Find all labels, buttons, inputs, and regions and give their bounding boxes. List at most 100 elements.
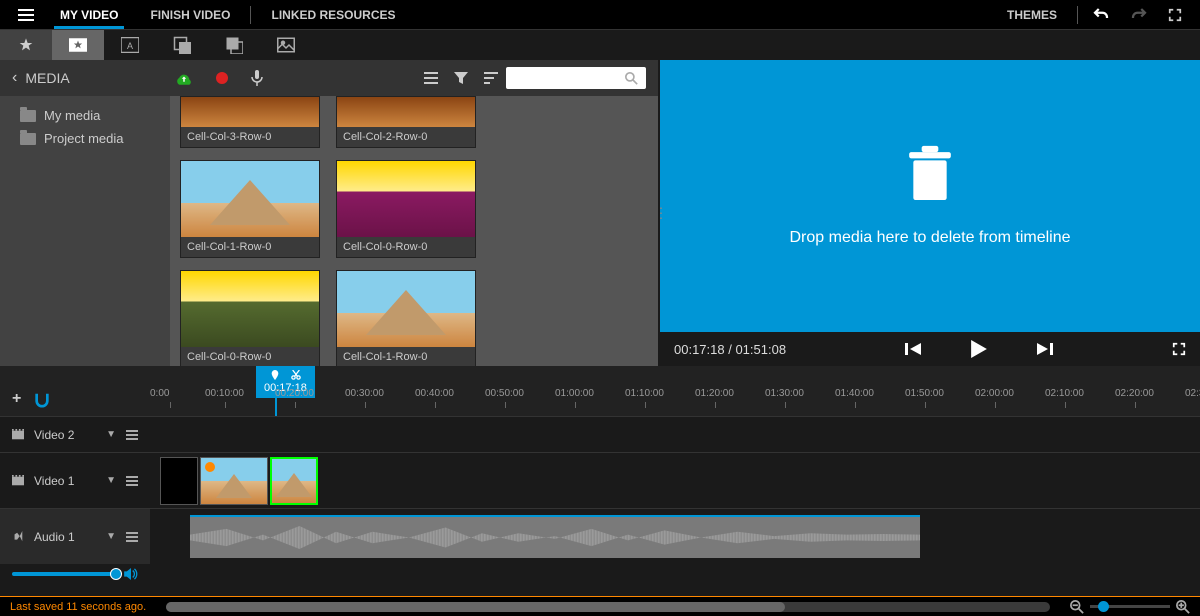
hamburger-menu[interactable] [8, 9, 44, 21]
media-item[interactable]: Cell-Col-2-Row-0 [336, 96, 476, 148]
media-label: Cell-Col-0-Row-0 [337, 237, 475, 257]
upload-icon[interactable] [175, 71, 193, 85]
ruler-tick: 02:30 [1185, 388, 1200, 399]
ruler-tick: 01:40:00 [835, 388, 874, 399]
redo-icon[interactable] [1120, 6, 1158, 24]
folder-project-media[interactable]: Project media [0, 127, 170, 150]
media-item[interactable]: Cell-Col-3-Row-0 [180, 96, 320, 148]
ruler-tick: 02:20:00 [1115, 388, 1154, 399]
ruler-tick: 02:10:00 [1045, 388, 1084, 399]
magnet-icon[interactable] [33, 392, 51, 408]
status-text: Last saved 11 seconds ago. [10, 601, 146, 613]
tab-layer2[interactable] [208, 30, 260, 60]
play-button[interactable] [971, 340, 987, 358]
tab-layer1[interactable] [156, 30, 208, 60]
ruler-tick: 01:50:00 [905, 388, 944, 399]
record-icon[interactable] [215, 71, 229, 85]
media-item[interactable]: Cell-Col-1-Row-0 [336, 270, 476, 366]
folder-label: Project media [44, 131, 123, 146]
folder-my-media[interactable]: My media [0, 104, 170, 127]
marker-icon [270, 370, 280, 380]
list-view-icon[interactable] [424, 72, 438, 84]
svg-text:A: A [127, 41, 133, 51]
ruler-tick: 00:50:00 [485, 388, 524, 399]
zoom-out-icon[interactable] [1070, 600, 1084, 614]
video1-track[interactable] [150, 453, 1200, 508]
add-track-icon[interactable]: + [12, 390, 21, 408]
tab-my-video[interactable]: MY VIDEO [44, 0, 134, 29]
media-label: Cell-Col-1-Row-0 [181, 237, 319, 257]
video-track-icon [12, 429, 24, 441]
media-item[interactable]: Cell-Col-1-Row-0 [180, 160, 320, 258]
ruler-tick: 00:10:00 [205, 388, 244, 399]
track-label: Audio 1 [34, 530, 96, 544]
media-label: Cell-Col-3-Row-0 [181, 127, 319, 147]
track-dropdown-icon[interactable]: ▼ [106, 475, 116, 486]
track-menu-icon[interactable] [126, 430, 138, 440]
divider [1077, 6, 1078, 24]
video-track-icon [12, 475, 24, 487]
ruler-tick: 00:20:00 [275, 388, 314, 399]
track-menu-icon[interactable] [126, 532, 138, 542]
ruler-tick: 01:10:00 [625, 388, 664, 399]
media-label: Cell-Col-0-Row-0 [181, 347, 319, 366]
folder-label: My media [44, 108, 100, 123]
timeline-scrollbar[interactable] [166, 602, 1050, 612]
panel-drag-handle[interactable]: ⋮ [654, 205, 668, 222]
filter-icon[interactable] [454, 72, 468, 84]
media-label: Cell-Col-1-Row-0 [337, 347, 475, 366]
zoom-slider[interactable] [1090, 605, 1170, 608]
ruler-tick: 01:20:00 [695, 388, 734, 399]
clip[interactable] [160, 457, 198, 505]
next-button[interactable] [1037, 341, 1053, 357]
folder-icon [20, 110, 36, 122]
zoom-in-icon[interactable] [1176, 600, 1190, 614]
divider [250, 6, 251, 24]
video2-track[interactable] [150, 417, 1200, 452]
search-icon [625, 72, 638, 85]
prev-button[interactable] [905, 341, 921, 357]
tab-favorites[interactable] [0, 30, 52, 60]
preview-fullscreen-icon[interactable] [1172, 342, 1186, 356]
track-dropdown-icon[interactable]: ▼ [106, 531, 116, 542]
themes-button[interactable]: THEMES [991, 0, 1073, 29]
tab-text[interactable]: A [104, 30, 156, 60]
media-item[interactable]: Cell-Col-0-Row-0 [336, 160, 476, 258]
audio-clip[interactable] [190, 515, 920, 558]
ruler-tick: 01:00:00 [555, 388, 594, 399]
tab-finish-video[interactable]: FINISH VIDEO [134, 0, 246, 29]
tab-linked-resources[interactable]: LINKED RESOURCES [255, 0, 411, 29]
tab-starred[interactable] [52, 30, 104, 60]
track-label: Video 2 [34, 428, 96, 442]
playhead-line[interactable] [275, 398, 277, 416]
fullscreen-icon[interactable] [1158, 8, 1192, 22]
track-menu-icon[interactable] [126, 476, 138, 486]
clip[interactable] [200, 457, 268, 505]
media-panel-title: ‹ MEDIA [12, 69, 70, 87]
clip-selected[interactable] [270, 457, 318, 505]
cut-icon [291, 370, 301, 380]
audio-track-icon [12, 531, 24, 543]
mic-icon[interactable] [251, 70, 263, 86]
sort-icon[interactable] [484, 72, 498, 84]
ruler-tick: 0:00 [150, 388, 169, 399]
tab-image[interactable] [260, 30, 312, 60]
trash-icon [905, 145, 955, 205]
speaker-icon[interactable] [124, 568, 138, 580]
audio1-track[interactable] [150, 509, 1200, 564]
ruler[interactable]: 0:00 00:10:00 00:20:00 00:30:00 00:40:00… [150, 388, 1200, 416]
track-dropdown-icon[interactable]: ▼ [106, 429, 116, 440]
drop-text: Drop media here to delete from timeline [789, 229, 1070, 247]
track-label: Video 1 [34, 474, 96, 488]
ruler-tick: 01:30:00 [765, 388, 804, 399]
ruler-tick: 00:40:00 [415, 388, 454, 399]
time-display: 00:17:18 / 01:51:08 [674, 342, 786, 357]
ruler-tick: 02:00:00 [975, 388, 1014, 399]
undo-icon[interactable] [1082, 6, 1120, 24]
ruler-tick: 00:30:00 [345, 388, 384, 399]
media-item[interactable]: Cell-Col-0-Row-0 [180, 270, 320, 366]
media-title-text: MEDIA [25, 70, 69, 86]
search-input[interactable] [506, 67, 646, 89]
folder-icon [20, 133, 36, 145]
volume-slider[interactable] [12, 572, 116, 576]
